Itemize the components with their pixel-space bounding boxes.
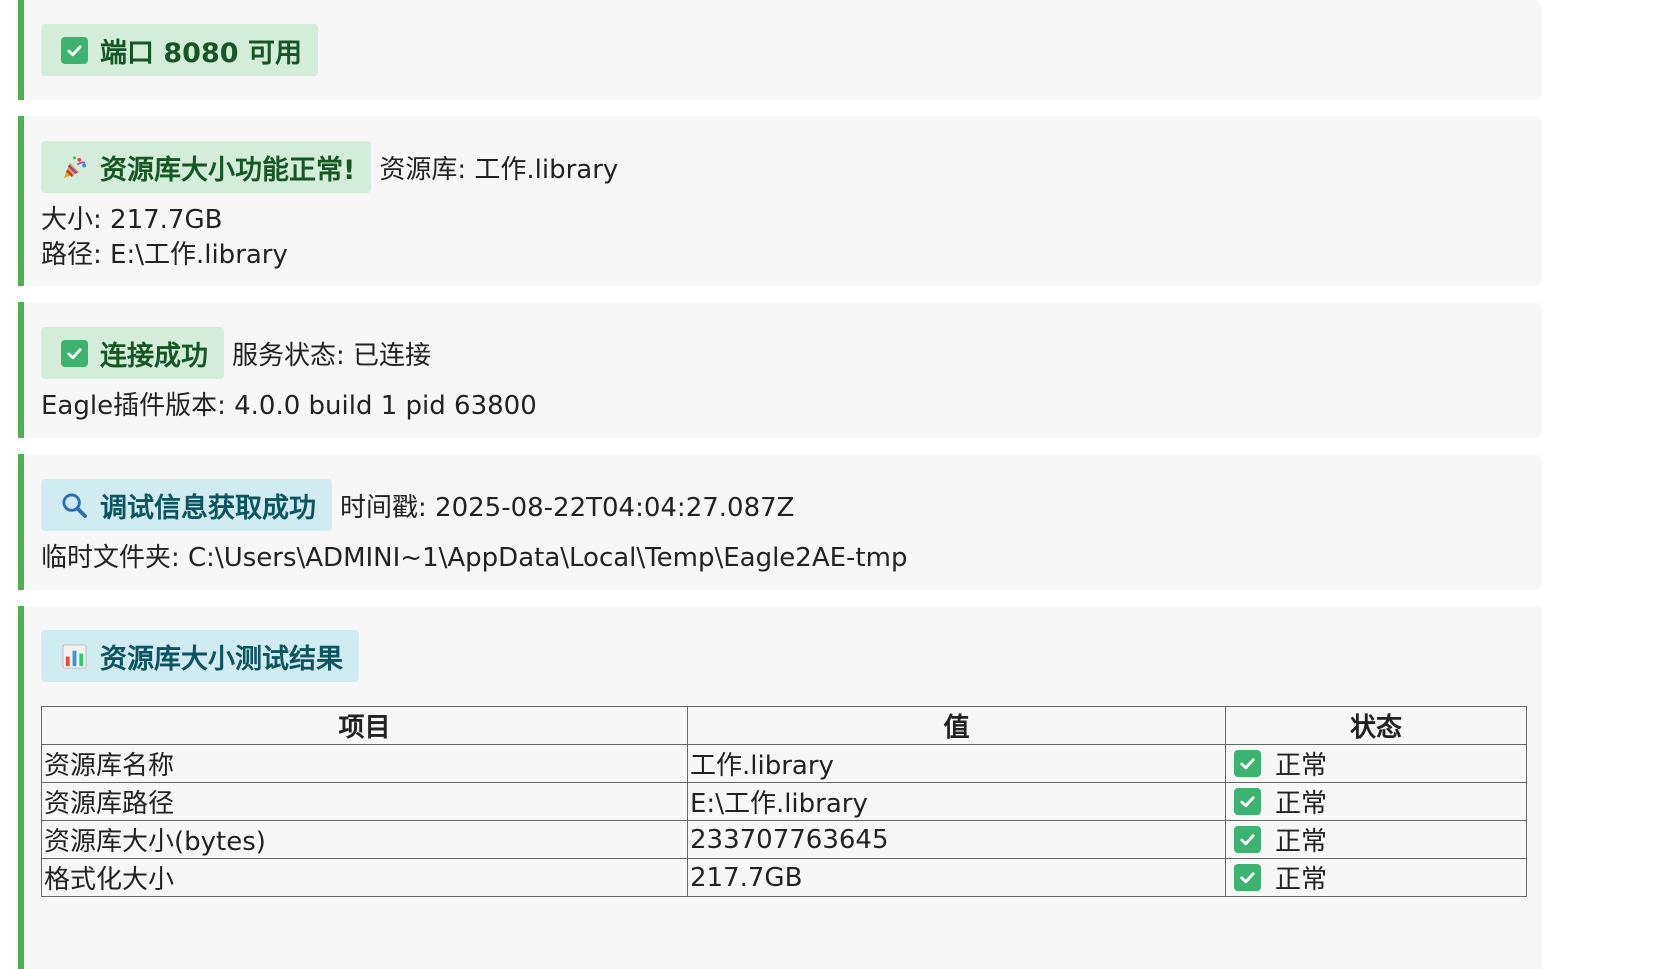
debug-info-badge: 调试信息获取成功 xyxy=(41,479,332,531)
check-icon xyxy=(1234,826,1261,853)
row-item: 资源库名称 xyxy=(41,744,688,783)
test-results-badge: 资源库大小测试结果 xyxy=(41,630,359,682)
magnifier-icon xyxy=(61,492,88,519)
row-status: 正常 xyxy=(1225,820,1527,859)
status-text: 正常 xyxy=(1275,751,1328,781)
table-row: 资源库路径 E:\工作.library 正常 xyxy=(41,782,1527,821)
table-row: 格式化大小 217.7GB 正常 xyxy=(41,858,1527,897)
check-icon xyxy=(61,36,88,64)
check-icon xyxy=(1234,864,1261,891)
library-size-card: 资源库大小功能正常! 资源库: 工作.library 大小: 217.7GB 路… xyxy=(18,116,1542,286)
check-icon xyxy=(1234,788,1261,815)
party-popper-icon xyxy=(61,154,88,181)
row-value: 217.7GB xyxy=(687,858,1226,897)
row-item: 资源库路径 xyxy=(41,782,688,821)
timestamp-text: 时间戳: 2025-08-22T04:04:27.087Z xyxy=(340,492,795,523)
row-value: 工作.library xyxy=(687,744,1226,783)
page: 端口 8080 可用 资源库大小功能正常! 资源库: 工作.library 大小… xyxy=(0,0,1672,969)
column-header-value: 值 xyxy=(687,706,1226,745)
bar-chart-icon xyxy=(61,643,88,670)
port-status-text: 端口 8080 可用 xyxy=(100,37,302,69)
debug-info-title: 调试信息获取成功 xyxy=(100,492,316,524)
status-text: 正常 xyxy=(1275,789,1328,819)
row-status: 正常 xyxy=(1225,744,1527,783)
table-header-row: 项目 值 状态 xyxy=(41,706,1527,745)
connection-title: 连接成功 xyxy=(100,340,208,372)
connection-badge: 连接成功 xyxy=(41,327,224,379)
row-value: E:\工作.library xyxy=(687,782,1226,821)
connection-card: 连接成功 服务状态: 已连接 Eagle插件版本: 4.0.0 build 1 … xyxy=(18,302,1542,438)
row-item: 格式化大小 xyxy=(41,858,688,897)
row-item: 资源库大小(bytes) xyxy=(41,820,688,859)
temp-folder-text: 临时文件夹: C:\Users\ADMINI~1\AppData\Local\T… xyxy=(41,543,908,573)
row-value: 233707763645 xyxy=(687,820,1226,859)
table-row: 资源库名称 工作.library 正常 xyxy=(41,744,1527,783)
library-name-label: 资源库: 工作.library xyxy=(379,154,619,185)
test-results-title: 资源库大小测试结果 xyxy=(100,643,343,675)
check-icon xyxy=(1234,750,1261,777)
status-text: 正常 xyxy=(1275,827,1328,857)
column-header-item: 项目 xyxy=(41,706,688,745)
column-header-status: 状态 xyxy=(1225,706,1527,745)
row-status: 正常 xyxy=(1225,858,1527,897)
library-size-badge: 资源库大小功能正常! xyxy=(41,141,372,193)
library-size-title: 资源库大小功能正常! xyxy=(100,154,356,186)
debug-info-card: 调试信息获取成功 时间戳: 2025-08-22T04:04:27.087Z 临… xyxy=(18,454,1542,590)
library-path-value: 路径: E:\工作.library xyxy=(41,240,288,270)
test-results-card: 资源库大小测试结果 项目 值 状态 资源库名称 工作.library 正常 资源… xyxy=(18,606,1542,969)
port-status-card: 端口 8080 可用 xyxy=(18,0,1542,100)
results-table: 项目 值 状态 资源库名称 工作.library 正常 资源库路径 E:\工作.… xyxy=(41,706,1527,897)
check-icon xyxy=(61,339,88,367)
library-size-value: 大小: 217.7GB xyxy=(41,205,223,235)
table-row: 资源库大小(bytes) 233707763645 正常 xyxy=(41,820,1527,859)
port-status-badge: 端口 8080 可用 xyxy=(41,24,318,76)
service-status-text: 服务状态: 已连接 xyxy=(232,340,432,371)
row-status: 正常 xyxy=(1225,782,1527,821)
status-text: 正常 xyxy=(1275,865,1328,895)
plugin-version-text: Eagle插件版本: 4.0.0 build 1 pid 63800 xyxy=(41,391,537,421)
